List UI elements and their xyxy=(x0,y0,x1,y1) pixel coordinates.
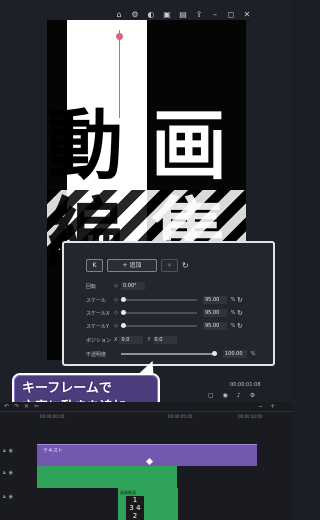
percent-label: % xyxy=(230,323,236,329)
playhead[interactable] xyxy=(119,30,120,118)
fullscreen-icon[interactable]: ▢ xyxy=(208,392,214,399)
keyframe-marker[interactable] xyxy=(145,457,154,466)
position-label: ポジション xyxy=(86,337,112,344)
percent-label: % xyxy=(230,297,236,303)
preview-char-1: 動 xyxy=(47,101,123,190)
delete-icon[interactable]: ✕ xyxy=(24,403,29,410)
track-header-text: 🔒︎ ◉ xyxy=(0,448,36,462)
add-keyframe-button[interactable]: + 追加 xyxy=(107,259,157,272)
text-clip-label: テキスト xyxy=(43,448,63,454)
keyframe-diamond-icon[interactable]: ◇ xyxy=(114,297,121,303)
minimize-icon[interactable]: – xyxy=(210,10,220,20)
cut-icon[interactable]: ✂ xyxy=(34,403,39,410)
x-label: X xyxy=(114,337,118,343)
playback-icons: ▢ ◉ ♪ ⚙ xyxy=(208,392,255,399)
scale-label: スケール xyxy=(86,297,107,304)
rotation-label: 回転 xyxy=(86,283,97,290)
home-icon[interactable]: ⌂ xyxy=(114,10,124,20)
scale-slider[interactable] xyxy=(121,297,197,302)
text-clip[interactable]: テキスト xyxy=(37,444,257,466)
timecode: 00:00:01:08 xyxy=(230,382,261,388)
percent-label: % xyxy=(250,351,256,357)
scale-x-label: スケールX xyxy=(86,310,110,317)
ruler-tick: 00:00:05:00 xyxy=(168,414,193,419)
scale-x-slider[interactable] xyxy=(121,310,197,315)
thumb-line-1: 1 xyxy=(132,496,138,504)
undo-icon[interactable]: ↶ xyxy=(4,403,9,410)
gear-icon[interactable]: ⚙ xyxy=(130,10,140,20)
timeline-toolbar: ↶ ↷ ✕ ✂ − + xyxy=(0,402,292,412)
video-clip-1[interactable] xyxy=(37,466,177,488)
scale-input[interactable]: 95.00 xyxy=(203,296,227,304)
track-header-video: 🔒︎ ◉ xyxy=(0,470,36,484)
opacity-input[interactable]: 100.00 xyxy=(223,350,247,358)
ruler-tick: 00:00:00:00 xyxy=(40,414,65,419)
scale-y-label: スケールY xyxy=(86,323,110,330)
timeline-ruler[interactable]: 00:00:00:00 00:00:05:00 00:00:10:00 xyxy=(0,412,292,422)
save-icon[interactable]: ▣ xyxy=(162,10,172,20)
keyframe-diamond-icon[interactable]: ◇ xyxy=(114,323,121,329)
prev-keyframe-button[interactable]: K xyxy=(86,259,103,272)
position-row: ポジション X 0.0 Y 0.0 xyxy=(86,335,263,345)
ruler-tick: 00:00:10:00 xyxy=(238,414,263,419)
app-window: ⌂ ⚙ ◐ ▣ ▤ ⇪ – ◻ ✕ 動 画 編 集 K + 追加 × ↻ 回転 … xyxy=(0,0,292,520)
preview-char-2: 画 xyxy=(151,101,227,190)
lock-icon[interactable]: 🔒︎ xyxy=(3,470,6,476)
keyframe-panel: K + 追加 × ↻ 回転 ◇ 0.00° スケール ◇ 95.00 % ↻ ス… xyxy=(62,241,275,366)
lock-icon[interactable]: 🔒︎ xyxy=(3,494,6,500)
eye-icon[interactable]: ◉ xyxy=(9,470,13,476)
reset-icon[interactable]: ↻ xyxy=(237,296,245,304)
folder-icon[interactable]: ▤ xyxy=(178,10,188,20)
thumb-line-3: 2 xyxy=(132,512,138,520)
redo-icon[interactable]: ↷ xyxy=(14,403,19,410)
close-icon[interactable]: ✕ xyxy=(242,10,252,20)
rotation-input[interactable]: 0.00° xyxy=(121,282,145,290)
percent-label: % xyxy=(230,310,236,316)
thumb-line-2: 3 4 xyxy=(129,504,141,512)
opacity-slider[interactable] xyxy=(121,351,217,356)
eye-icon[interactable]: ◉ xyxy=(9,448,13,454)
position-x-input[interactable]: 0.0 xyxy=(119,336,144,344)
bulb-icon[interactable]: ◐ xyxy=(146,10,156,20)
keyframe-diamond-icon[interactable]: ◇ xyxy=(114,283,121,289)
scale-x-input[interactable]: 95.00 xyxy=(203,309,227,317)
reset-icon[interactable]: ↻ xyxy=(237,322,245,330)
upload-icon[interactable]: ⇪ xyxy=(194,10,204,20)
scale-x-row: スケールX ◇ 95.00 % ↻ xyxy=(86,308,263,318)
opacity-row: 不透明度 100.00 % xyxy=(86,349,263,359)
position-y-input[interactable]: 0.0 xyxy=(152,336,177,344)
scale-y-slider[interactable] xyxy=(121,323,197,328)
clip-thumbnail-numbers: 1 3 4 2 xyxy=(126,496,144,520)
eye-icon[interactable]: ◉ xyxy=(9,494,13,500)
opacity-label: 不透明度 xyxy=(86,351,107,358)
reset-icon[interactable]: ↻ xyxy=(237,309,245,317)
delete-keyframe-button[interactable]: × xyxy=(161,259,178,272)
track-header-video-2: 🔒︎ ◉ xyxy=(0,494,36,508)
zoom-in-icon[interactable]: + xyxy=(270,403,275,410)
scale-row: スケール ◇ 95.00 % ↻ xyxy=(86,295,263,305)
keyframe-diamond-icon[interactable]: ◇ xyxy=(114,310,121,316)
snapshot-icon[interactable]: ◉ xyxy=(223,392,228,399)
lock-icon[interactable]: 🔒︎ xyxy=(3,448,6,454)
caption-line-1: キーフレームで xyxy=(22,381,112,396)
maximize-icon[interactable]: ◻ xyxy=(226,10,236,20)
settings-icon[interactable]: ⚙ xyxy=(250,392,255,399)
y-label: Y xyxy=(147,337,151,343)
keyframe-buttons: K + 追加 × ↻ xyxy=(86,259,192,272)
playback-controls: 00:00:01:08 ▢ ◉ ♪ ⚙ xyxy=(160,376,290,402)
reset-icon[interactable]: ↻ xyxy=(182,259,192,272)
zoom-out-icon[interactable]: − xyxy=(258,403,263,410)
audio-icon[interactable]: ♪ xyxy=(237,392,241,399)
scale-y-row: スケールY ◇ 95.00 % ↻ xyxy=(86,321,263,331)
playhead-handle[interactable] xyxy=(116,33,123,40)
rotation-row: 回転 ◇ 0.00° xyxy=(86,281,263,291)
scale-y-input[interactable]: 95.00 xyxy=(203,322,227,330)
